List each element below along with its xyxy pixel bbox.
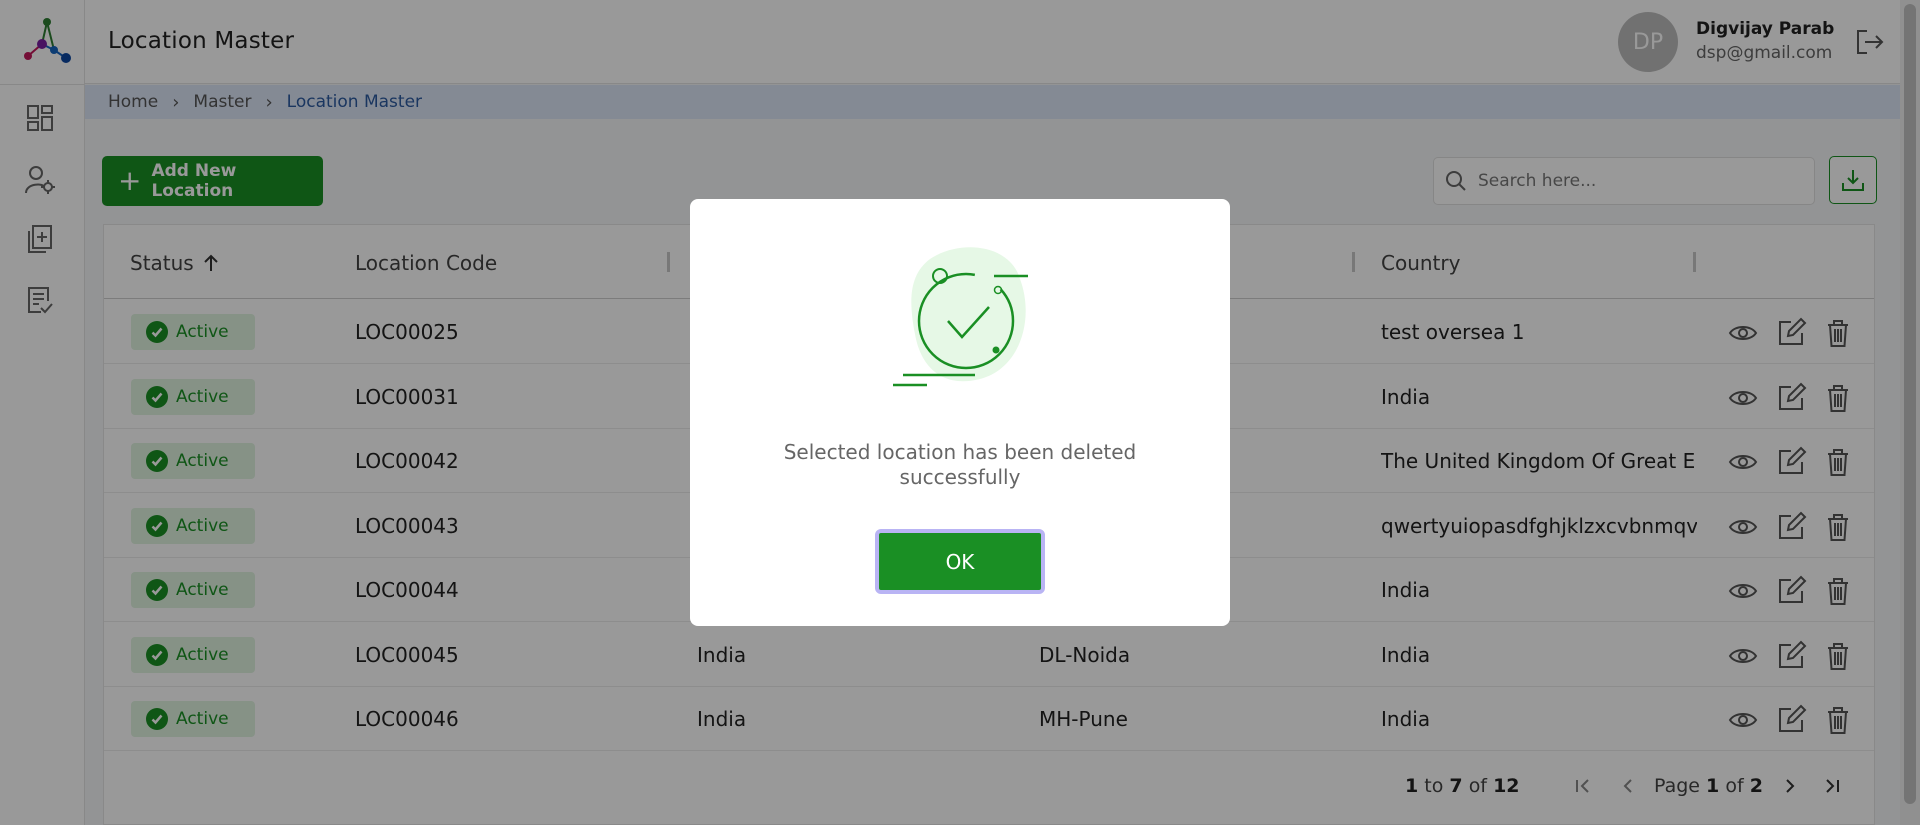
dialog-message: Selected location has been deleted succe… xyxy=(783,440,1137,489)
success-dialog: Selected location has been deleted succe… xyxy=(690,199,1230,626)
ok-button[interactable]: OK xyxy=(875,529,1045,594)
success-check-illustration xyxy=(893,247,1028,387)
